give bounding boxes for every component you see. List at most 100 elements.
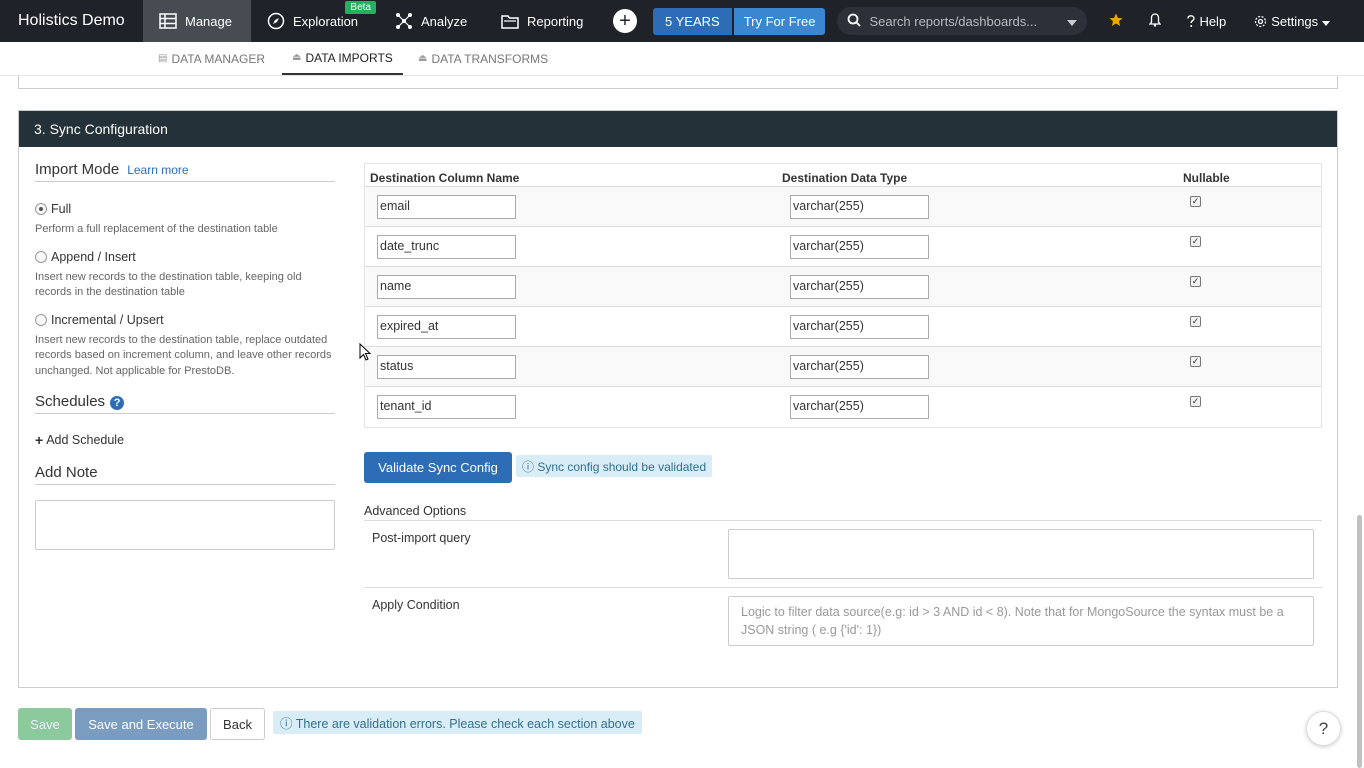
section-title: 3. Sync Configuration [19, 111, 1337, 147]
column-name-input[interactable]: email [377, 195, 516, 219]
tab-data-transforms[interactable]: ⏏ DATA TRANSFORMS [418, 42, 548, 75]
caret-down-icon [1322, 14, 1331, 29]
schedules-title: Schedules [35, 393, 106, 410]
nullable-checkbox[interactable]: ✓ [1190, 276, 1201, 287]
import-mode-append[interactable]: Append / Insert [35, 250, 335, 264]
folder-icon [501, 13, 519, 29]
nav-analyze[interactable]: Analyze [379, 0, 485, 42]
brand-logo[interactable]: Holistics Demo [0, 12, 143, 30]
import-mode-incremental[interactable]: Incremental / Upsert [35, 313, 335, 327]
sync-configuration-section: 3. Sync Configuration Import Mode Learn … [18, 110, 1338, 688]
column-name-input[interactable]: tenant_id [377, 395, 516, 419]
column-name-input[interactable]: name [377, 275, 516, 299]
column-type-input[interactable]: varchar(255) [790, 195, 929, 219]
import-mode-full[interactable]: Full [35, 202, 335, 216]
add-schedule-button[interactable]: + Add Schedule [35, 432, 335, 448]
page-scrollbar[interactable] [1357, 515, 1362, 768]
nav-reporting-label: Reporting [527, 13, 584, 29]
nav-analyze-label: Analyze [421, 13, 468, 29]
column-name-input[interactable]: status [377, 355, 516, 379]
help-menu[interactable]: Help [1187, 14, 1226, 29]
import-mode-title: Import Mode [35, 161, 120, 178]
help-circle-icon[interactable]: ? [110, 396, 125, 410]
column-type-input[interactable]: varchar(255) [790, 355, 929, 379]
radio-append[interactable] [35, 250, 47, 263]
tab-data-imports-label: DATA IMPORTS [305, 50, 393, 65]
schedules-header: Schedules ? [35, 393, 335, 414]
gear-icon [1254, 15, 1267, 28]
bell-icon [1149, 12, 1162, 30]
col-header-name: Destination Column Name [370, 171, 520, 185]
tab-data-manager-label: DATA MANAGER [171, 51, 266, 66]
nav-manage[interactable]: Manage [143, 0, 251, 42]
settings-menu[interactable]: Settings [1254, 14, 1331, 29]
learn-more-link[interactable]: Learn more [127, 163, 188, 177]
validate-sync-config-button[interactable]: Validate Sync Config [364, 452, 512, 483]
chevron-down-icon[interactable] [1067, 14, 1078, 29]
nullable-checkbox[interactable]: ✓ [1190, 316, 1201, 327]
table-header: Destination Column Name Destination Data… [365, 164, 1321, 187]
search-input[interactable]: Search reports/dashboards... [869, 14, 1067, 29]
col-header-nullable: Nullable [1183, 171, 1230, 185]
radio-append-label: Append / Insert [51, 249, 136, 264]
table-row: status varchar(255) ✓ [365, 347, 1321, 387]
column-type-input[interactable]: varchar(255) [790, 275, 929, 299]
previous-section-panel [18, 76, 1338, 89]
column-type-input[interactable]: varchar(255) [790, 235, 929, 259]
note-textarea[interactable] [35, 500, 335, 550]
apply-condition-row: Apply Condition Logic to filter data sou… [364, 588, 1322, 653]
table-row: date_trunc varchar(255) ✓ [365, 227, 1321, 267]
try-for-free-button[interactable]: Try For Free [733, 7, 826, 35]
radio-incremental-desc: Insert new records to the destination ta… [35, 333, 332, 377]
save-and-execute-button[interactable]: Save and Execute [75, 708, 207, 740]
back-button[interactable]: Back [210, 708, 265, 740]
tab-data-imports[interactable]: ⏏ DATA IMPORTS [282, 42, 403, 75]
plus-icon: + [35, 432, 44, 448]
advanced-options-title: Advanced Options [364, 504, 1322, 521]
destination-columns-table: Destination Column Name Destination Data… [364, 163, 1322, 428]
help-label: Help [1199, 13, 1227, 29]
post-import-query-textarea[interactable] [728, 529, 1314, 579]
nullable-checkbox[interactable]: ✓ [1190, 356, 1201, 367]
radio-full[interactable] [35, 203, 47, 215]
validate-info-badge: ⓘ Sync config should be validated [516, 455, 713, 477]
add-schedule-label: Add Schedule [46, 433, 125, 447]
tab-data-transforms-label: DATA TRANSFORMS [431, 51, 549, 66]
mouse-cursor-icon [359, 342, 372, 364]
column-type-input[interactable]: varchar(255) [790, 395, 929, 419]
manage-icon [159, 13, 177, 29]
tab-data-manager[interactable]: ▤ DATA MANAGER [158, 42, 265, 75]
help-chat-button[interactable]: ? [1306, 711, 1341, 746]
table-row: email varchar(255) ✓ [365, 187, 1321, 227]
table-row: name varchar(255) ✓ [365, 267, 1321, 307]
add-note-header: Add Note [35, 464, 335, 485]
favorites-button[interactable] [1109, 13, 1123, 30]
table-icon: ▤ [158, 53, 168, 64]
nullable-checkbox[interactable]: ✓ [1190, 196, 1201, 207]
years-button[interactable]: 5 YEARS [653, 7, 732, 35]
column-name-input[interactable]: date_trunc [377, 235, 516, 259]
star-icon [1109, 13, 1123, 30]
nullable-checkbox[interactable]: ✓ [1190, 396, 1201, 407]
nav-reporting[interactable]: Reporting [485, 0, 595, 42]
table-row: expired_at varchar(255) ✓ [365, 307, 1321, 347]
nav-exploration[interactable]: Exploration Beta [251, 0, 379, 42]
notifications-button[interactable] [1149, 12, 1162, 30]
column-type-input[interactable]: varchar(255) [790, 315, 929, 339]
nullable-checkbox[interactable]: ✓ [1190, 236, 1201, 247]
sub-navbar: ▤ DATA MANAGER ⏏ DATA IMPORTS ⏏ DATA TRA… [0, 42, 1364, 76]
create-plus-button[interactable]: + [613, 9, 637, 33]
validation-error-badge: ⓘ There are validation errors. Please ch… [273, 711, 642, 734]
column-name-input[interactable]: expired_at [377, 315, 516, 339]
transform-icon: ⏏ [418, 53, 428, 64]
apply-condition-textarea[interactable]: Logic to filter data source(e.g: id > 3 … [728, 596, 1314, 646]
search-box[interactable]: Search reports/dashboards... [837, 7, 1088, 35]
table-row: tenant_id varchar(255) ✓ [365, 387, 1321, 427]
question-icon [1187, 14, 1196, 28]
top-navbar: Holistics Demo Manage Exploration Beta A… [0, 0, 1364, 42]
save-button[interactable]: Save [18, 708, 72, 740]
radio-full-label: Full [51, 202, 72, 216]
add-note-title: Add Note [35, 464, 98, 481]
radio-incremental[interactable] [35, 313, 47, 326]
radio-full-desc: Perform a full replacement of the destin… [35, 223, 278, 235]
